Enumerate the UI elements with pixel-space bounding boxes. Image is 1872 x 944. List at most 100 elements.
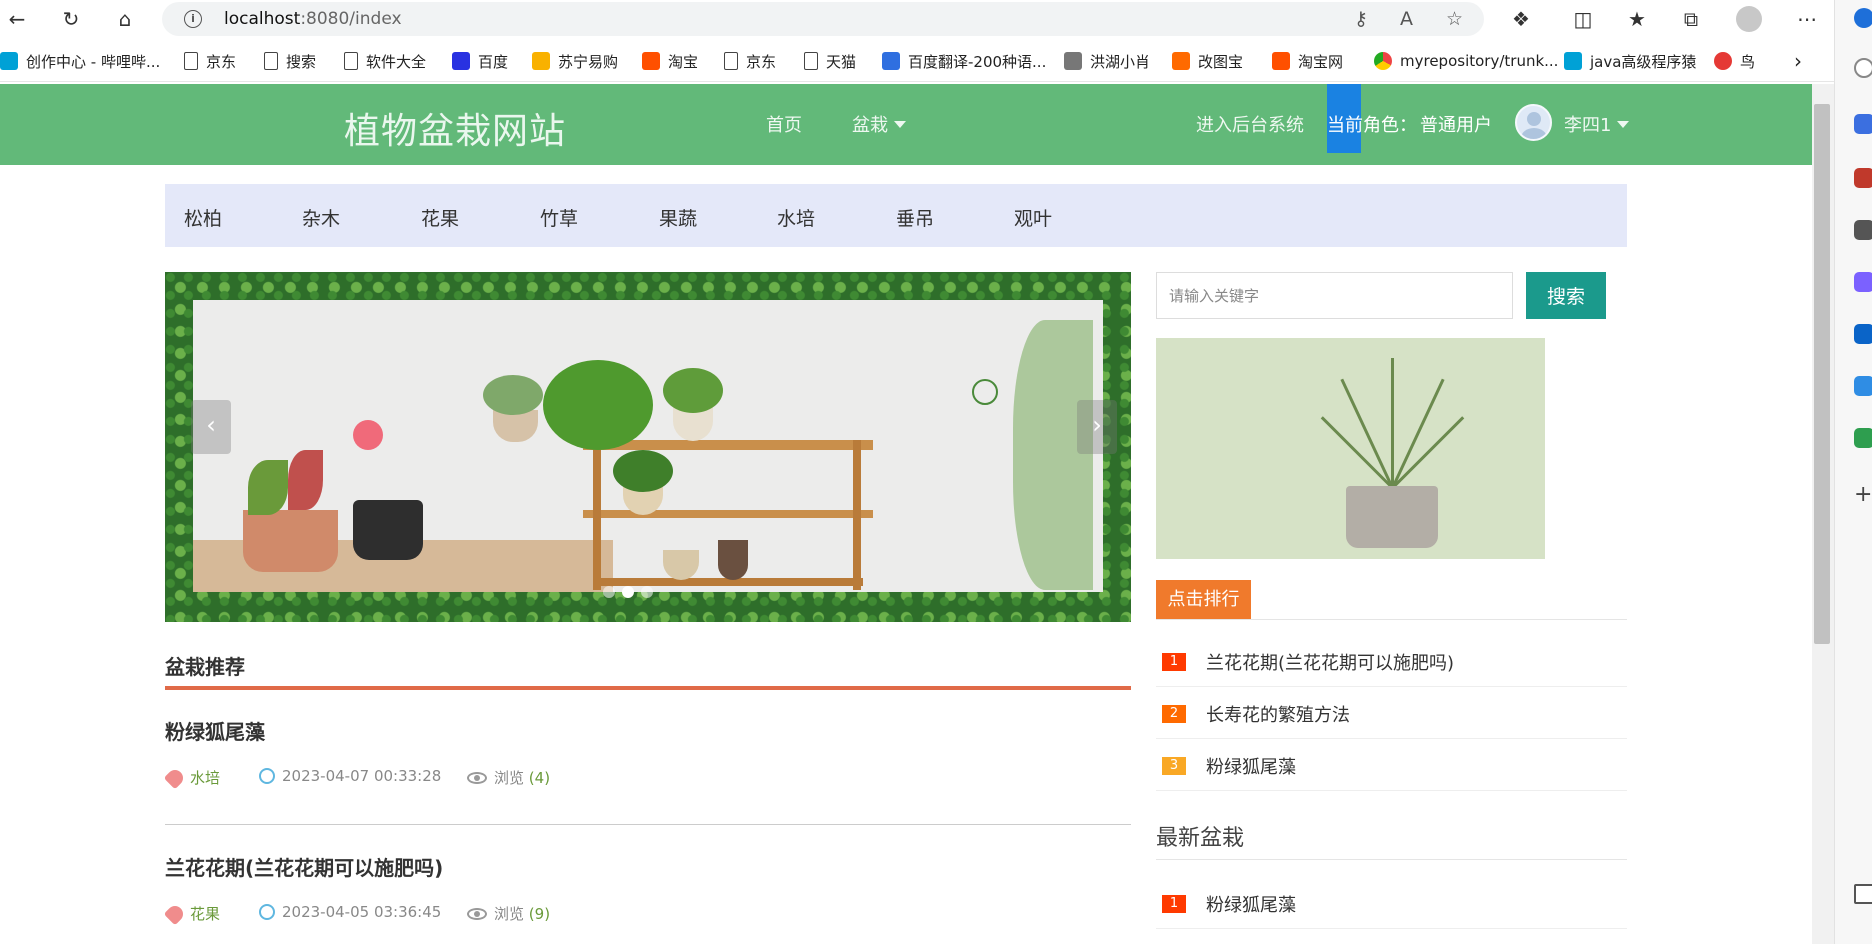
profile-icon[interactable] [1734, 4, 1764, 34]
read-aloud-icon[interactable]: A [1400, 8, 1413, 30]
plant-illustration [543, 360, 653, 450]
rank-badge: 1 [1162, 895, 1186, 913]
category-item[interactable]: 竹草 [540, 204, 578, 231]
latest-item[interactable]: 1 粉绿狐尾藻 [1156, 878, 1627, 929]
banner-carousel[interactable]: ‹ › [165, 272, 1131, 622]
post-category[interactable]: 水培 [163, 766, 220, 789]
category-item[interactable]: 花果 [421, 204, 459, 231]
shelf-illustration [593, 440, 601, 590]
ranking-item[interactable]: 2 长寿花的繁殖方法 [1156, 688, 1627, 739]
extensions-icon[interactable]: ❖ [1506, 4, 1536, 34]
tree-icon[interactable] [1854, 428, 1872, 448]
carousel-dot[interactable] [641, 586, 653, 598]
tab-click-ranking[interactable]: 点击排行 [1156, 580, 1251, 619]
bookmark-item[interactable]: 淘宝 [642, 50, 698, 72]
search-input[interactable] [1156, 272, 1513, 319]
split-screen-icon[interactable]: ◫ [1568, 4, 1598, 34]
office-icon[interactable] [1854, 272, 1872, 292]
category-item[interactable]: 观叶 [1014, 204, 1052, 231]
bookmark-item[interactable]: 改图宝 [1172, 50, 1243, 72]
more-menu-icon[interactable]: ⋯ [1792, 4, 1822, 34]
user-menu[interactable]: 李四1 [1564, 111, 1630, 137]
bilibili-icon [0, 52, 18, 70]
games-icon[interactable] [1854, 220, 1872, 240]
nav-bonsai-dropdown[interactable]: 盆栽 [852, 111, 906, 137]
post-title[interactable]: 兰花花期(兰花花期可以施肥吗) [165, 852, 443, 881]
ranking-title[interactable]: 长寿花的繁殖方法 [1206, 701, 1350, 727]
sidebar-toggle-icon[interactable] [1854, 884, 1872, 904]
nav-home[interactable]: 首页 [766, 111, 802, 137]
ranking-item[interactable]: 3 粉绿狐尾藻 [1156, 740, 1627, 791]
carousel-next-icon[interactable]: › [1077, 400, 1117, 454]
bookmark-item[interactable]: 软件大全 [344, 50, 426, 72]
page-icon [344, 52, 358, 70]
pot-illustration [718, 540, 748, 580]
bookmark-item[interactable]: 京东 [184, 50, 236, 72]
search-button[interactable]: 搜索 [1526, 272, 1606, 319]
url-text[interactable]: localhost:8080/index [224, 9, 402, 29]
bookmark-item[interactable]: 鸟 [1714, 50, 1755, 72]
collections-icon[interactable]: ⧉ [1676, 4, 1706, 34]
favorite-add-icon[interactable]: ☆ [1446, 8, 1463, 30]
ranking-item[interactable]: 1 兰花花期(兰花花期可以施肥吗) [1156, 636, 1627, 687]
bookmark-item[interactable]: 洪湖小肖 [1064, 50, 1150, 72]
category-item[interactable]: 杂木 [302, 204, 340, 231]
category-item[interactable]: 果蔬 [659, 204, 697, 231]
ranking-title[interactable]: 兰花花期(兰花花期可以施肥吗) [1206, 649, 1454, 675]
tools-icon[interactable] [1854, 168, 1872, 188]
site-info-icon[interactable]: i [184, 10, 202, 28]
eye-icon [467, 907, 487, 920]
mi-icon [1064, 52, 1082, 70]
send-icon[interactable] [1854, 376, 1872, 396]
fern-frond [1391, 416, 1465, 490]
carousel-dot-active[interactable] [622, 586, 634, 598]
bookmark-item[interactable]: 搜索 [264, 50, 316, 72]
search-icon[interactable] [1854, 58, 1872, 78]
copilot-icon[interactable] [1854, 8, 1872, 28]
fern-frond [1340, 378, 1394, 489]
latest-title[interactable]: 粉绿狐尾藻 [1206, 891, 1296, 917]
bookmark-item[interactable]: 天猫 [804, 50, 856, 72]
scrollbar-thumb[interactable] [1814, 104, 1830, 644]
category-item[interactable]: 垂吊 [896, 204, 934, 231]
refresh-icon[interactable]: ↻ [56, 4, 86, 34]
featured-plant-image[interactable] [1156, 338, 1545, 559]
rank-badge: 2 [1162, 705, 1186, 723]
post-title[interactable]: 粉绿狐尾藻 [165, 716, 265, 745]
category-item[interactable]: 松柏 [184, 204, 222, 231]
home-icon[interactable]: ⌂ [110, 4, 140, 34]
bookmark-item[interactable]: java高级程序猿 [1564, 50, 1696, 72]
bookmark-item[interactable]: 京东 [724, 50, 776, 72]
bookmark-item[interactable]: myrepository/trunk... [1374, 50, 1558, 72]
key-icon[interactable]: ⚷ [1354, 8, 1368, 30]
bookmarks-overflow-chevron-icon[interactable]: › [1794, 49, 1802, 73]
post-category[interactable]: 花果 [163, 902, 220, 925]
bookmark-item[interactable]: 百度 [452, 50, 508, 72]
shelf-illustration [583, 510, 873, 518]
latest-section-title: 最新盆栽 [1156, 820, 1627, 860]
outlook-icon[interactable] [1854, 324, 1872, 344]
tag-icon [163, 766, 187, 789]
baidu-icon [452, 52, 470, 70]
role-label: 当前角色： [1327, 115, 1417, 136]
category-item[interactable]: 水培 [777, 204, 815, 231]
add-icon[interactable]: + [1854, 484, 1872, 506]
user-avatar[interactable] [1515, 104, 1552, 141]
favorites-icon[interactable]: ★ [1622, 4, 1652, 34]
role-value: 普通用户 [1420, 115, 1492, 136]
rank-badge: 1 [1162, 653, 1186, 671]
shopping-icon[interactable] [1854, 114, 1872, 134]
address-bar[interactable]: i localhost:8080/index ⚷ A ☆ [162, 2, 1484, 36]
carousel-dot[interactable] [603, 586, 615, 598]
carousel-prev-icon[interactable]: ‹ [191, 400, 231, 454]
bookmark-item[interactable]: 淘宝网 [1272, 50, 1343, 72]
admin-link[interactable]: 进入后台系统 [1196, 111, 1304, 137]
taobao-icon [1272, 52, 1290, 70]
ranking-title[interactable]: 粉绿狐尾藻 [1206, 753, 1296, 779]
bookmark-item[interactable]: 创作中心 - 哔哩哔... [0, 50, 160, 72]
site-logo[interactable]: 植物盆栽网站 [344, 102, 566, 154]
back-arrow-icon[interactable]: ← [2, 4, 32, 34]
bilibili-icon [1564, 52, 1582, 70]
bookmark-item[interactable]: 百度翻译-200种语... [882, 50, 1046, 72]
bookmark-item[interactable]: 苏宁易购 [532, 50, 618, 72]
